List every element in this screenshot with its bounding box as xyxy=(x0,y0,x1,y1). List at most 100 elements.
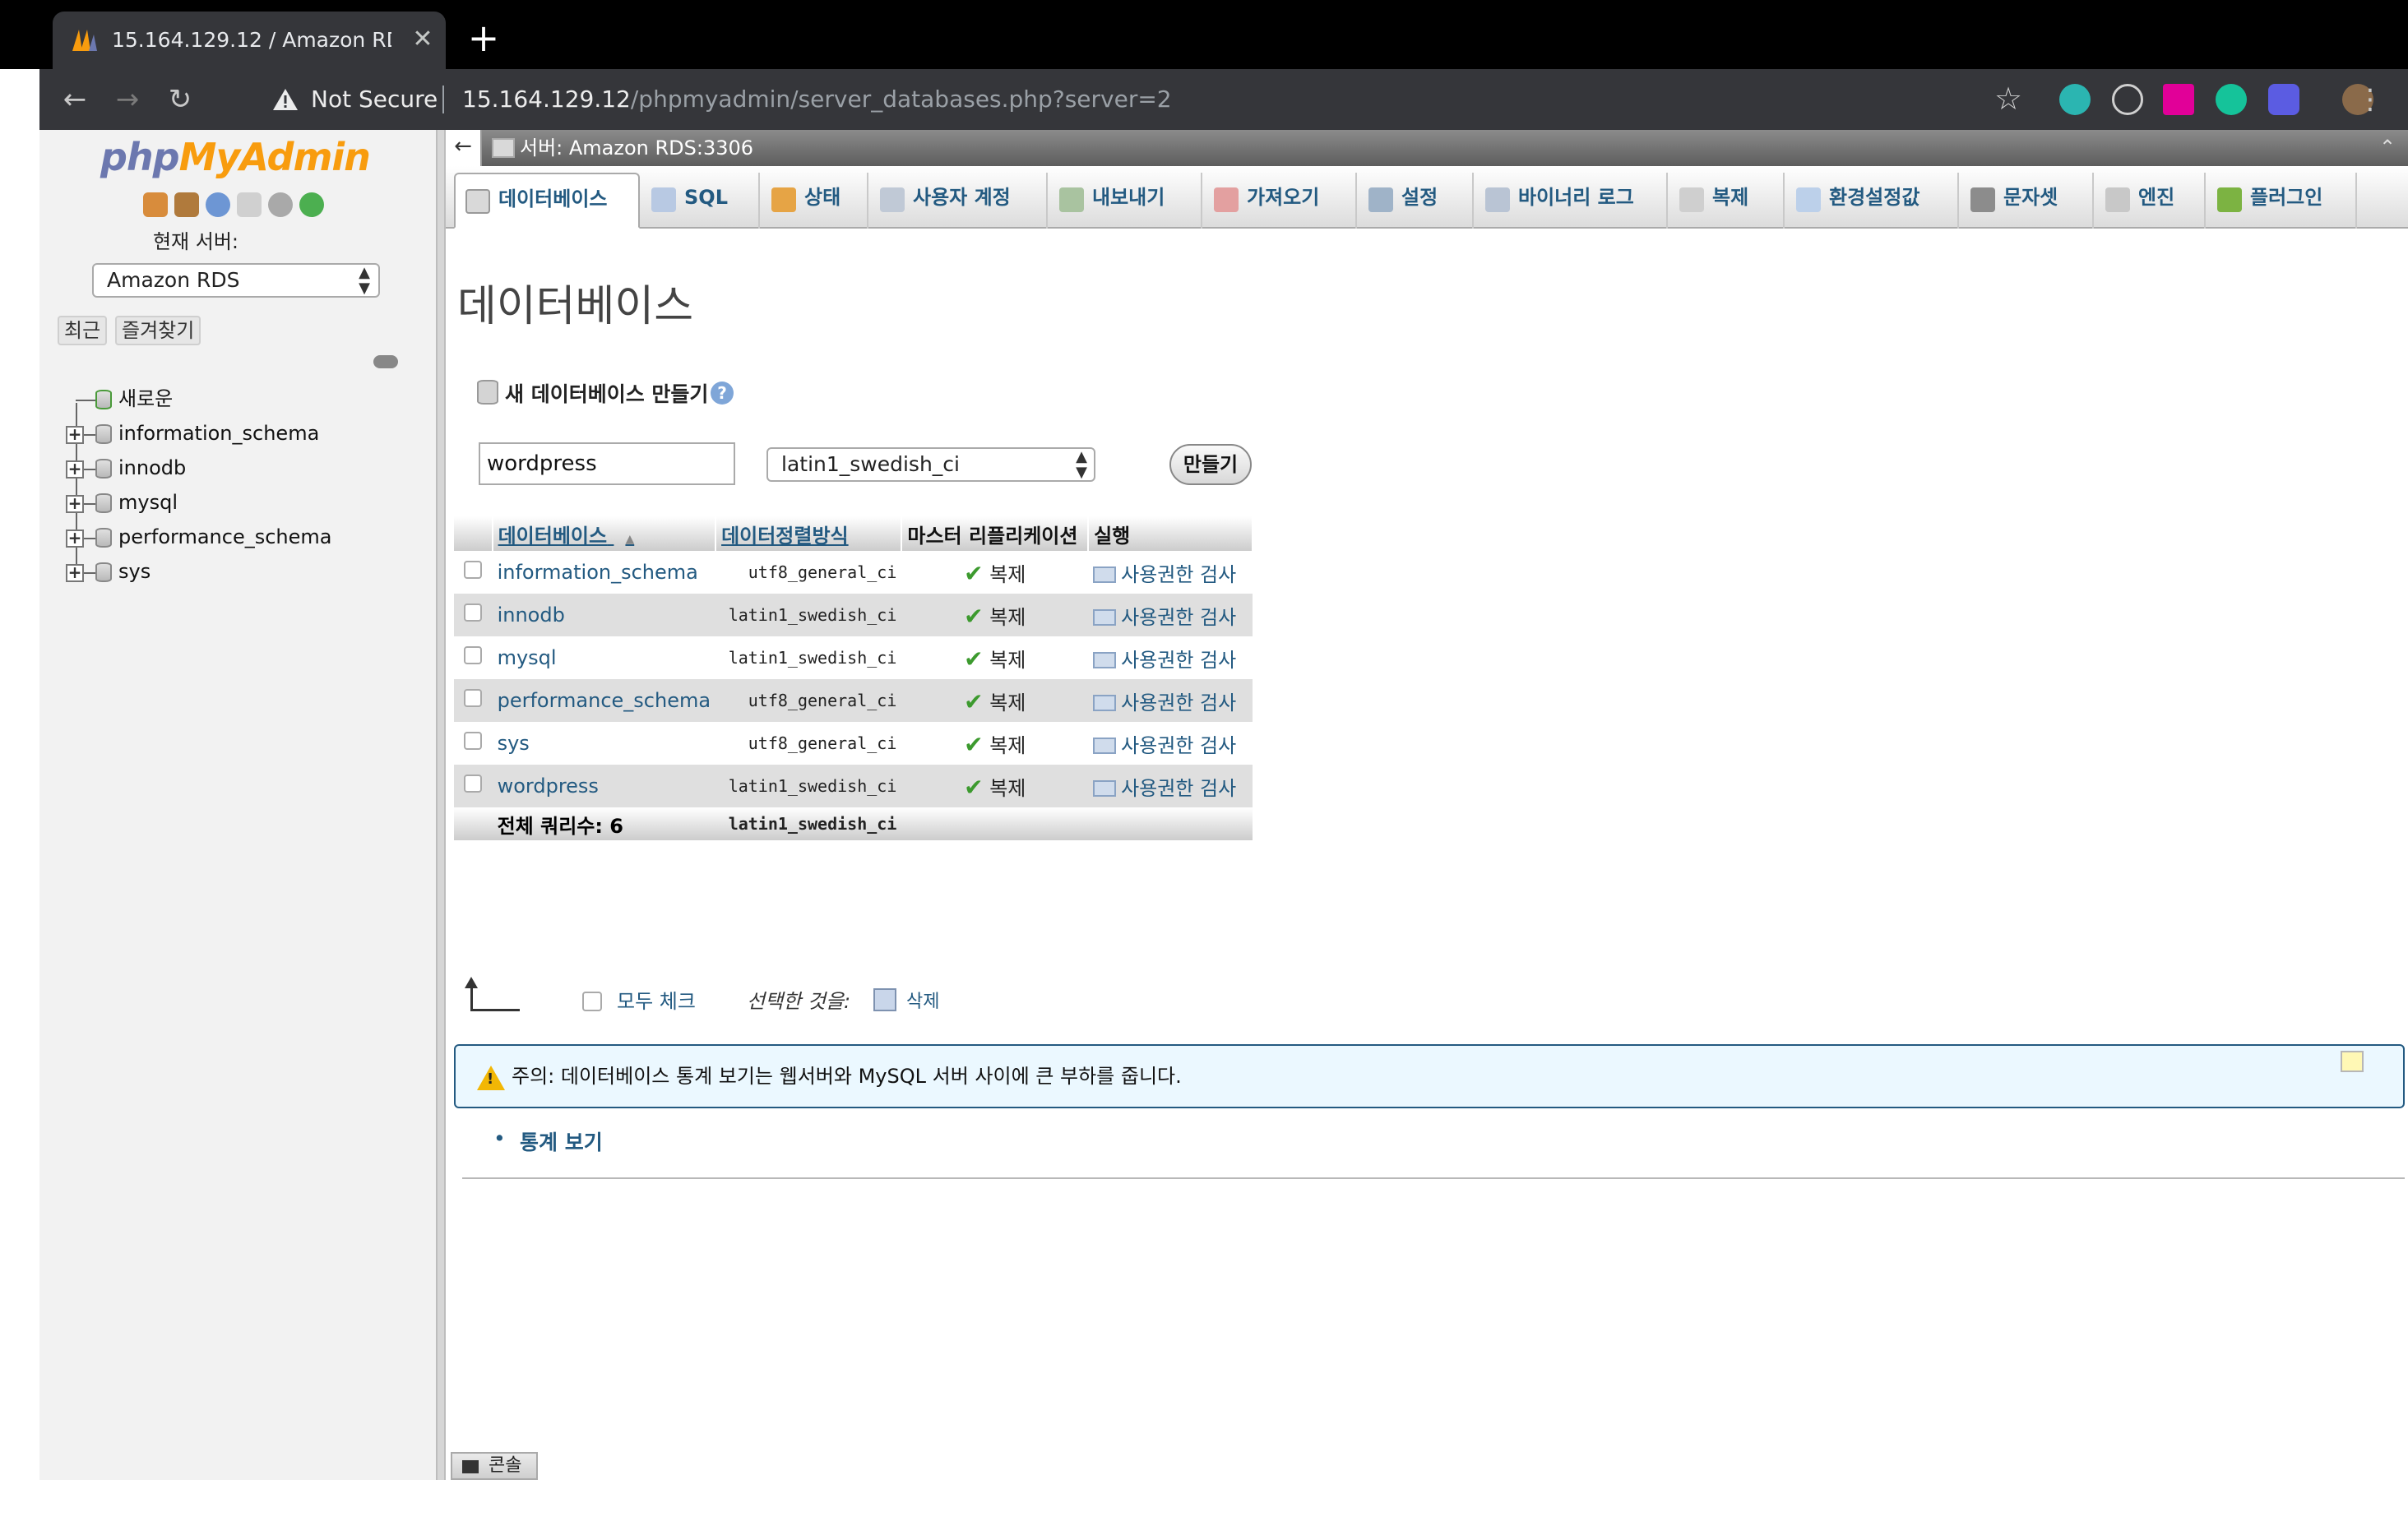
breadcrumb-server-link[interactable]: 서버: Amazon RDS:3306 xyxy=(520,133,753,163)
expand-icon[interactable]: + xyxy=(66,460,84,479)
collation-cell: utf8_general_ci xyxy=(715,551,902,594)
drop-database-icon[interactable] xyxy=(873,988,896,1011)
expand-icon[interactable]: + xyxy=(66,426,84,444)
tab-user-accounts[interactable]: 사용자 계정 xyxy=(870,173,1048,229)
tab-charsets[interactable]: 문자셋 xyxy=(1961,173,2094,229)
check-privileges-link[interactable]: 사용권한 검사 xyxy=(1088,636,1253,679)
tab-plugins[interactable]: 플러그인 xyxy=(2207,173,2357,229)
tree-label[interactable]: mysql xyxy=(118,488,178,516)
link-with-main-panel-icon[interactable] xyxy=(373,355,398,368)
header-database[interactable]: 데이터베이스 ▲ xyxy=(492,516,717,551)
privileges-icon xyxy=(1093,651,1117,668)
tree-label[interactable]: 새로운 xyxy=(118,385,173,413)
tree-item-mysql[interactable]: + mysql xyxy=(51,485,429,520)
logout-icon[interactable] xyxy=(174,192,199,217)
browser-tab[interactable]: 15.164.129.12 / Amazon RDS | p ✕ xyxy=(53,12,446,69)
tab-databases[interactable]: 데이터베이스 xyxy=(454,173,640,229)
database-name-link[interactable]: wordpress xyxy=(492,765,716,807)
m-extension-icon[interactable] xyxy=(2059,84,2091,115)
check-privileges-link[interactable]: 사용권한 검사 xyxy=(1088,679,1253,722)
tab-settings[interactable]: 설정 xyxy=(1359,173,1474,229)
tab-binary-log[interactable]: 바이너리 로그 xyxy=(1475,173,1668,229)
row-checkbox[interactable] xyxy=(464,603,483,622)
tree-label[interactable]: innodb xyxy=(118,454,186,482)
tree-label[interactable]: information_schema xyxy=(118,419,319,447)
expand-icon[interactable]: + xyxy=(66,529,84,548)
reload-button[interactable]: ↻ xyxy=(161,81,199,118)
header-collation[interactable]: 데이터정렬방식 xyxy=(715,516,903,551)
back-button[interactable]: ← xyxy=(56,81,94,118)
row-checkbox[interactable] xyxy=(464,561,483,579)
collation-select[interactable]: latin1_swedish_ci ▲ ▼ xyxy=(766,447,1095,482)
tree-item-sys[interactable]: + sys xyxy=(51,554,429,589)
drop-button[interactable]: 삭제 xyxy=(906,987,939,1013)
database-icon xyxy=(95,459,112,479)
console-toggle[interactable]: 콘솔 xyxy=(451,1452,538,1480)
reload-navigation-icon[interactable] xyxy=(299,192,324,217)
tree-item-performance-schema[interactable]: + performance_schema xyxy=(51,520,429,554)
gear-icon[interactable] xyxy=(268,192,293,217)
tab-replication[interactable]: 복제 xyxy=(1669,173,1785,229)
table-row: information_schema utf8_general_ci ✔ 복제 … xyxy=(454,551,1253,594)
tab-sql[interactable]: SQL xyxy=(641,173,760,229)
toggle-navigation-button[interactable]: ← xyxy=(446,130,482,166)
tab-export[interactable]: 내보내기 xyxy=(1049,173,1202,229)
check-privileges-link[interactable]: 사용권한 검사 xyxy=(1088,722,1253,765)
tree-connector xyxy=(84,503,95,505)
check-all-label[interactable]: 모두 체크 xyxy=(617,985,696,1014)
favorites-button[interactable]: 즐겨찾기 xyxy=(115,316,201,345)
database-name-link[interactable]: performance_schema xyxy=(492,679,716,722)
tab-engines[interactable]: 엔진 xyxy=(2095,173,2206,229)
not-secure-label[interactable]: Not Secure xyxy=(311,84,438,115)
tree-item-innodb[interactable]: + innodb xyxy=(51,451,429,485)
row-checkbox[interactable] xyxy=(464,775,483,793)
page-settings-icon[interactable] xyxy=(2341,1051,2364,1072)
tab-variables[interactable]: 환경설정값 xyxy=(1786,173,1959,229)
browser-menu-icon[interactable]: ⋮ xyxy=(2355,81,2385,118)
tab-status[interactable]: 상태 xyxy=(762,173,868,229)
row-checkbox[interactable] xyxy=(464,689,483,707)
home-icon[interactable] xyxy=(143,192,168,217)
address-bar[interactable]: Not Secure 15.164.129.12/phpmyadmin/serv… xyxy=(255,81,1998,118)
check-privileges-link[interactable]: 사용권한 검사 xyxy=(1088,551,1253,594)
database-icon xyxy=(95,528,112,548)
graphql-icon[interactable] xyxy=(2163,84,2194,115)
forward-button[interactable]: → xyxy=(109,81,146,118)
database-name-link[interactable]: information_schema xyxy=(492,551,716,594)
r-extension-icon[interactable] xyxy=(2268,84,2299,115)
database-name-input[interactable]: wordpress xyxy=(479,442,735,485)
tree-item-information-schema[interactable]: + information_schema xyxy=(51,416,429,451)
tree-connector xyxy=(84,434,95,436)
database-name-link[interactable]: mysql xyxy=(492,636,716,679)
expand-icon[interactable]: + xyxy=(66,564,84,582)
create-button[interactable]: 만들기 xyxy=(1169,444,1252,485)
url-text[interactable]: 15.164.129.12/phpmyadmin/server_database… xyxy=(462,84,1172,115)
phpmyadmin-logo[interactable]: phpMyAdmin xyxy=(100,135,371,179)
expand-icon[interactable]: + xyxy=(66,495,84,513)
docs-icon[interactable] xyxy=(237,192,262,217)
close-tab-icon[interactable]: ✕ xyxy=(408,25,438,54)
privileges-icon xyxy=(1093,608,1117,626)
check-privileges-link[interactable]: 사용권한 검사 xyxy=(1088,594,1253,636)
row-checkbox[interactable] xyxy=(464,646,483,664)
bookmark-star-icon[interactable]: ☆ xyxy=(1990,81,2026,117)
help-icon[interactable]: ? xyxy=(711,382,734,405)
collapse-icon[interactable]: ⌃ xyxy=(2375,135,2400,160)
grammarly-icon[interactable] xyxy=(2216,84,2247,115)
row-checkbox[interactable] xyxy=(464,732,483,750)
new-tab-button[interactable]: + xyxy=(465,19,502,57)
react-devtools-icon[interactable] xyxy=(2112,84,2143,115)
tab-import[interactable]: 가져오기 xyxy=(1204,173,1357,229)
tree-label[interactable]: performance_schema xyxy=(118,523,331,551)
recent-button[interactable]: 최근 xyxy=(58,316,108,345)
database-name-link[interactable]: innodb xyxy=(492,594,716,636)
server-select[interactable]: Amazon RDS ▲ ▼ xyxy=(92,263,380,298)
check-all-checkbox[interactable] xyxy=(582,992,602,1011)
database-name-link[interactable]: sys xyxy=(492,722,716,765)
enable-statistics-link[interactable]: 통계 보기 xyxy=(520,1126,603,1156)
help-icon[interactable] xyxy=(206,192,230,217)
panel-resizer[interactable] xyxy=(436,130,446,1480)
tree-label[interactable]: sys xyxy=(118,557,150,585)
tree-item-new[interactable]: 새로운 xyxy=(51,382,429,416)
check-privileges-link[interactable]: 사용권한 검사 xyxy=(1088,765,1253,807)
